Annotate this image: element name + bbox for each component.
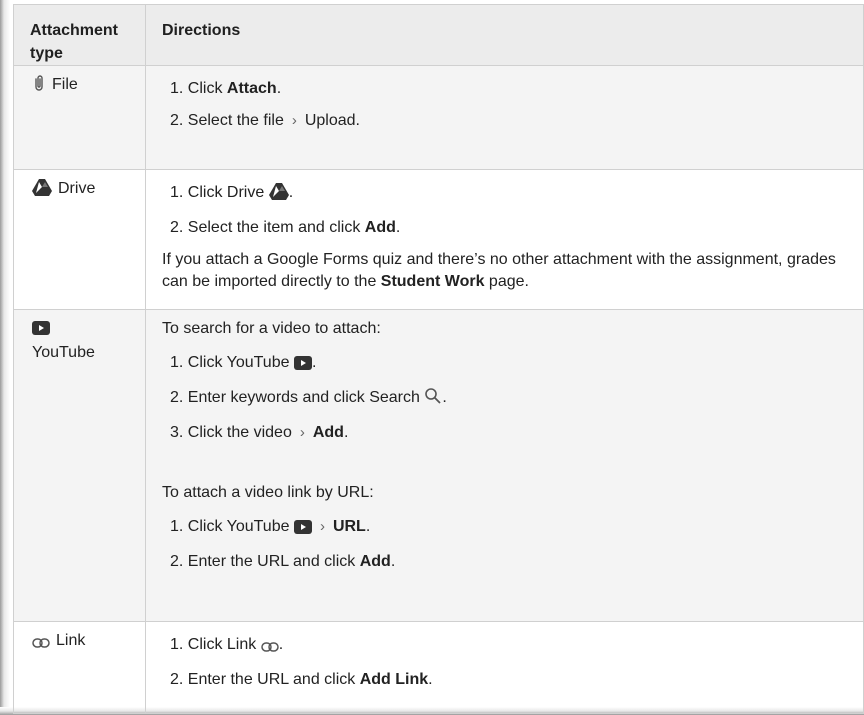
youtube-url-steps: 1. Click YouTube › URL. 2. Enter the URL …: [162, 516, 847, 573]
type-cell-file: File: [13, 65, 146, 170]
list-item: 1. Click Drive .: [170, 182, 847, 207]
table-row-file: File 1. Click Attach. 2. Select the file…: [13, 65, 864, 170]
drive-icon: [268, 183, 289, 207]
type-label-file: File: [52, 76, 78, 93]
type-cell-link: Link: [13, 621, 146, 714]
drive-note: If you attach a Google Forms quiz and th…: [162, 251, 836, 290]
youtube-icon: [32, 320, 129, 342]
type-cell-youtube: YouTube: [13, 309, 146, 622]
file-steps: 1. Click Attach. 2. Select the file › Uplo…: [162, 78, 847, 132]
chevron-right-icon: ›: [319, 518, 325, 535]
link-steps: 1. Click Link . 2. Enter the URL and cli…: [162, 634, 847, 691]
list-item: 1. Click YouTube › URL.: [170, 516, 847, 541]
screenshot-frame: Attachment type Directions File 1. Click…: [0, 0, 864, 715]
list-item: 1. Click YouTube .: [170, 352, 847, 377]
chevron-right-icon: ›: [291, 112, 297, 129]
list-item: 3. Click the video › Add.: [170, 422, 847, 444]
list-item: 2. Enter the URL and click Add Link.: [170, 671, 433, 688]
list-item: 1. Click Link .: [170, 634, 847, 659]
directions-cell-drive: 1. Click Drive . 2. Select the item and …: [145, 169, 864, 310]
table-row-drive: Drive 1. Click Drive . 2. Select the ite…: [13, 169, 864, 310]
attachment-table: Attachment type Directions File 1. Click…: [13, 4, 864, 714]
drive-steps: 1. Click Drive . 2. Select the item and …: [162, 182, 847, 239]
youtube-url-intro: To attach a video link by URL:: [162, 484, 374, 501]
paperclip-icon: [32, 74, 46, 99]
youtube-search-intro: To search for a video to attach:: [162, 320, 381, 337]
list-item: 2. Select the file › Upload.: [170, 110, 847, 132]
directions-cell-file: 1. Click Attach. 2. Select the file › Uplo…: [145, 65, 864, 170]
directions-cell-link: 1. Click Link . 2. Enter the URL and cli…: [145, 621, 864, 714]
type-label-link: Link: [56, 632, 86, 649]
table-row-link: Link 1. Click Link . 2. Enter the URL an…: [13, 621, 864, 714]
list-item: 2. Enter keywords and click Search .: [170, 387, 847, 412]
drive-icon: [32, 179, 52, 203]
directions-cell-youtube: To search for a video to attach: 1. Clic…: [145, 309, 864, 622]
list-item: 2. Enter the URL and click Add.: [170, 553, 396, 570]
youtube-icon: [293, 355, 312, 377]
youtube-search-steps: 1. Click YouTube . 2. Enter keywords and…: [162, 352, 847, 444]
type-label-youtube: YouTube: [32, 344, 95, 361]
type-cell-drive: Drive: [13, 169, 146, 310]
list-item: 1. Click Attach.: [170, 80, 282, 97]
chevron-right-icon: ›: [299, 424, 305, 441]
list-item: 2. Select the item and click Add.: [170, 219, 401, 236]
link-icon: [260, 637, 279, 659]
type-label-drive: Drive: [58, 180, 96, 197]
search-icon: [424, 387, 442, 412]
table-header-row: Attachment type Directions: [13, 4, 864, 66]
link-icon: [32, 633, 50, 655]
header-attachment-type: Attachment type: [13, 4, 146, 66]
youtube-icon: [293, 519, 312, 541]
header-directions: Directions: [145, 4, 864, 66]
left-shadow: [0, 0, 10, 715]
table-row-youtube: YouTube To search for a video to attach:…: [13, 309, 864, 622]
